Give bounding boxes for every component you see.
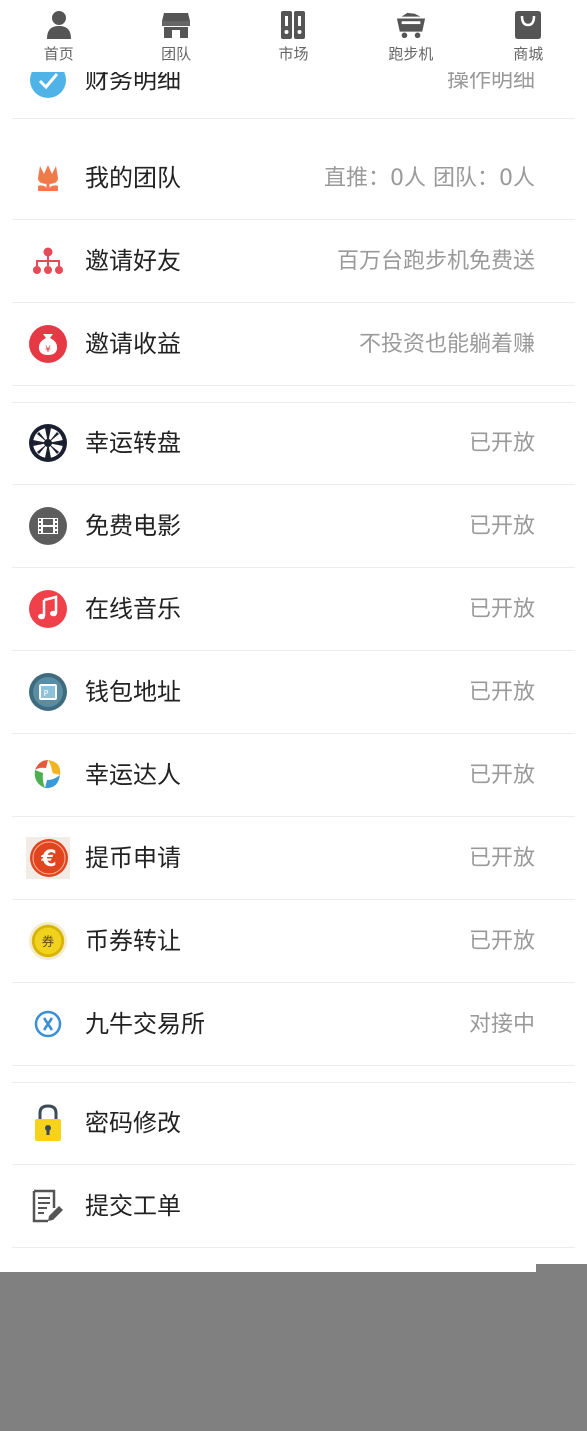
row-label: 钱包地址	[85, 678, 181, 706]
bottom-overlay	[0, 1272, 587, 1431]
row-value: 已开放	[468, 514, 535, 539]
person-icon	[44, 9, 74, 41]
row-value: 已开放	[468, 597, 535, 622]
row-label: 邀请收益	[85, 330, 181, 358]
svg-text:券: 券	[42, 934, 55, 949]
lock-icon	[28, 1103, 68, 1143]
tab-treadmill-label: 跑步机	[388, 45, 434, 63]
top-tab-bar: 首页 团队 市场 跑步机 商城	[0, 0, 587, 72]
row-change-password[interactable]: 密码修改	[12, 1082, 575, 1165]
mining-cart-icon	[396, 9, 426, 41]
svg-text:¥: ¥	[45, 345, 51, 355]
row-value: 已开放	[468, 846, 535, 871]
film-icon	[28, 506, 68, 546]
tab-market[interactable]: 市场	[235, 0, 352, 72]
tab-market-label: 市场	[278, 45, 309, 63]
row-jiuniu-exchange[interactable]: 九牛交易所 对接中	[12, 983, 575, 1066]
row-submit-ticket[interactable]: 提交工单	[12, 1165, 575, 1248]
row-value: 已开放	[468, 680, 535, 705]
row-label: 提交工单	[85, 1192, 181, 1220]
shopping-bag-icon	[513, 9, 543, 41]
wallet-icon: P	[28, 672, 68, 712]
finance-details-label: 财务明细	[85, 72, 181, 94]
row-withdraw-request[interactable]: € 提币申请 已开放	[12, 817, 575, 900]
row-value: 已开放	[468, 929, 535, 954]
row-label: 密码修改	[85, 1109, 181, 1137]
row-value: 已开放	[468, 431, 535, 456]
swirl-icon	[28, 755, 68, 795]
euro-icon: €	[26, 837, 70, 879]
svg-text:€: €	[40, 847, 56, 872]
money-bag-icon: ¥	[28, 324, 68, 364]
market-icon	[278, 9, 308, 41]
svg-text:P: P	[44, 689, 49, 698]
row-label: 幸运达人	[85, 761, 181, 789]
row-label: 我的团队	[85, 164, 181, 192]
row-coupon-transfer[interactable]: 券 币券转让 已开放	[12, 900, 575, 983]
row-wallet-address[interactable]: P 钱包地址 已开放	[12, 651, 575, 734]
tab-mall-label: 商城	[513, 45, 544, 63]
row-label: 币券转让	[85, 927, 181, 955]
row-invite-friends[interactable]: 邀请好友 百万台跑步机免费送	[12, 220, 575, 303]
wheel-icon	[28, 423, 68, 463]
finance-details-value: 操作明细	[446, 72, 535, 93]
divider	[12, 118, 575, 119]
finance-icon	[28, 72, 68, 100]
row-lucky-expert[interactable]: 幸运达人 已开放	[12, 734, 575, 817]
row-value: 不投资也能躺着赚	[358, 332, 535, 357]
tab-home[interactable]: 首页	[0, 0, 117, 72]
row-value: 百万台跑步机免费送	[336, 249, 535, 274]
row-label: 邀请好友	[85, 247, 181, 275]
finance-details-row[interactable]: 财务明细 操作明细	[0, 72, 587, 119]
row-label: 九牛交易所	[85, 1010, 205, 1038]
document-edit-icon	[28, 1186, 68, 1226]
music-note-icon	[28, 589, 68, 629]
row-value: 对接中	[468, 1012, 535, 1037]
row-invite-earnings[interactable]: ¥ 邀请收益 不投资也能躺着赚	[12, 303, 575, 386]
row-label: 免费电影	[85, 512, 181, 540]
row-label: 在线音乐	[85, 595, 181, 623]
network-icon	[28, 241, 68, 281]
row-online-music[interactable]: 在线音乐 已开放	[12, 568, 575, 651]
exchange-icon	[28, 1004, 68, 1044]
row-label: 幸运转盘	[85, 429, 181, 457]
tab-treadmill[interactable]: 跑步机	[352, 0, 469, 72]
row-lucky-wheel[interactable]: 幸运转盘 已开放	[12, 402, 575, 485]
tab-team[interactable]: 团队	[117, 0, 234, 72]
tab-mall[interactable]: 商城	[470, 0, 587, 72]
tulip-icon	[28, 158, 68, 198]
tab-home-label: 首页	[43, 45, 74, 63]
row-my-team[interactable]: 我的团队 直推：0人 团队：0人	[12, 137, 575, 220]
row-free-movies[interactable]: 免费电影 已开放	[12, 485, 575, 568]
tab-team-label: 团队	[161, 45, 192, 63]
coupon-icon: 券	[28, 921, 68, 961]
row-value: 直推：0人 团队：0人	[324, 166, 535, 191]
row-label: 提币申请	[85, 844, 181, 872]
store-icon	[161, 9, 191, 41]
row-value: 已开放	[468, 763, 535, 788]
